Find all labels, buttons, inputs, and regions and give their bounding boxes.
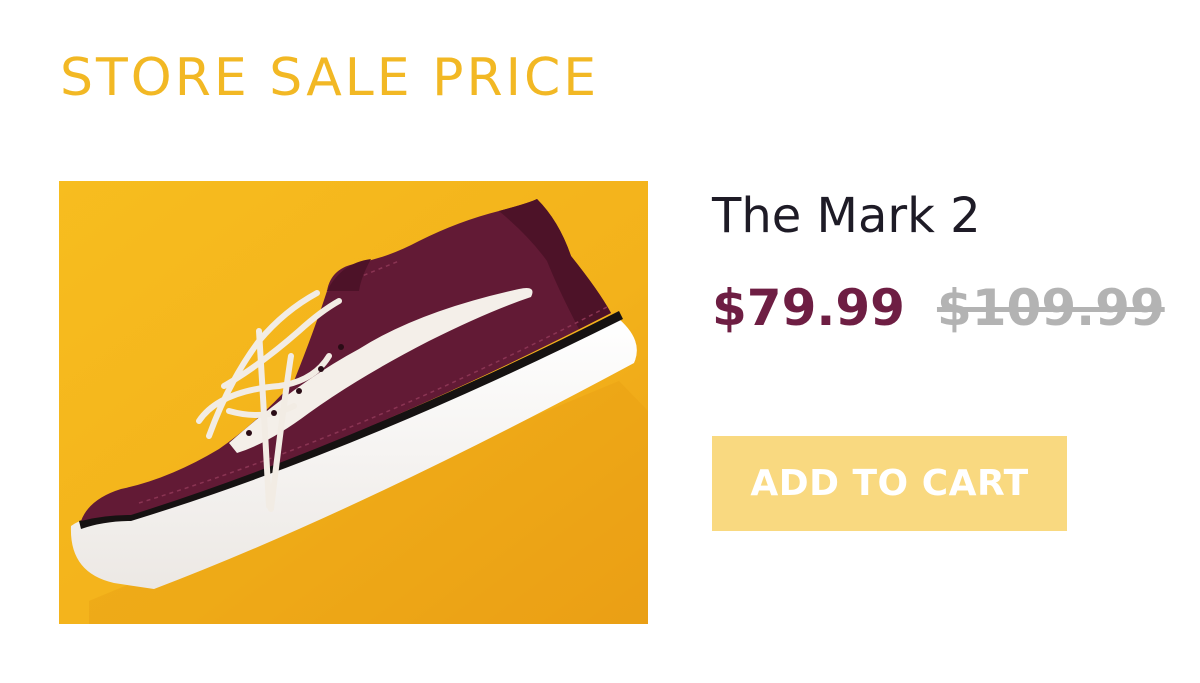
product-image [59,181,648,624]
sale-price: $79.99 [712,279,905,337]
product-name: The Mark 2 [712,188,981,244]
product-sale-page: STORE SALE PRICE The Mark 2 $79.99 $109.… [0,0,1200,683]
sneaker-photo-icon [59,181,648,624]
original-price: $109.99 [936,279,1165,337]
price-row: $79.99 $109.99 [712,278,1165,338]
add-to-cart-button[interactable]: ADD TO CART [712,436,1067,531]
page-title: STORE SALE PRICE [60,48,600,108]
